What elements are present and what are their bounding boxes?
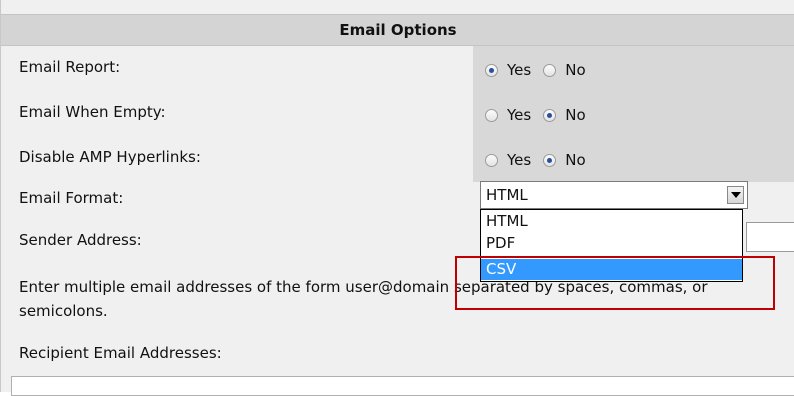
email-format-select[interactable]: HTML xyxy=(480,181,748,209)
email-format-label: Email Format: xyxy=(19,189,124,207)
email-when-empty-label: Email When Empty: xyxy=(19,103,166,121)
dropdown-arrow-icon[interactable] xyxy=(727,186,744,204)
email-format-selected-value: HTML xyxy=(486,186,528,204)
email-when-empty-yes-label[interactable]: Yes xyxy=(507,106,531,124)
disable-amp-hyperlinks-yes-radio[interactable] xyxy=(485,153,498,167)
email-report-no-label[interactable]: No xyxy=(565,61,585,79)
recipient-email-addresses-label: Recipient Email Addresses: xyxy=(19,344,222,362)
disable-amp-hyperlinks-yes-label[interactable]: Yes xyxy=(507,151,531,169)
annotation-highlight-box xyxy=(455,256,775,310)
email-when-empty-no-radio[interactable] xyxy=(543,108,557,122)
email-report-label: Email Report: xyxy=(19,58,121,76)
sender-address-input[interactable] xyxy=(746,222,794,252)
sender-address-label: Sender Address: xyxy=(19,231,142,249)
section-header: Email Options xyxy=(1,14,794,46)
email-report-no-radio[interactable] xyxy=(543,63,557,77)
email-report-radio-group: Yes No xyxy=(485,61,598,79)
email-report-yes-label[interactable]: Yes xyxy=(507,61,531,79)
email-options-panel: Email Options Email Report: Yes No Email… xyxy=(0,0,794,396)
recipient-email-addresses-input[interactable] xyxy=(11,376,794,396)
email-when-empty-no-label[interactable]: No xyxy=(565,106,585,124)
disable-amp-hyperlinks-radio-group: Yes No xyxy=(485,151,598,169)
email-when-empty-radio-group: Yes No xyxy=(485,106,598,124)
email-report-yes-radio[interactable] xyxy=(485,63,498,77)
email-when-empty-yes-radio[interactable] xyxy=(485,108,498,122)
disable-amp-hyperlinks-no-label[interactable]: No xyxy=(565,151,585,169)
dropdown-option-pdf[interactable]: PDF xyxy=(481,233,742,254)
dropdown-option-html[interactable]: HTML xyxy=(481,211,742,232)
disable-amp-hyperlinks-no-radio[interactable] xyxy=(543,153,557,167)
disable-amp-hyperlinks-label: Disable AMP Hyperlinks: xyxy=(19,148,201,166)
